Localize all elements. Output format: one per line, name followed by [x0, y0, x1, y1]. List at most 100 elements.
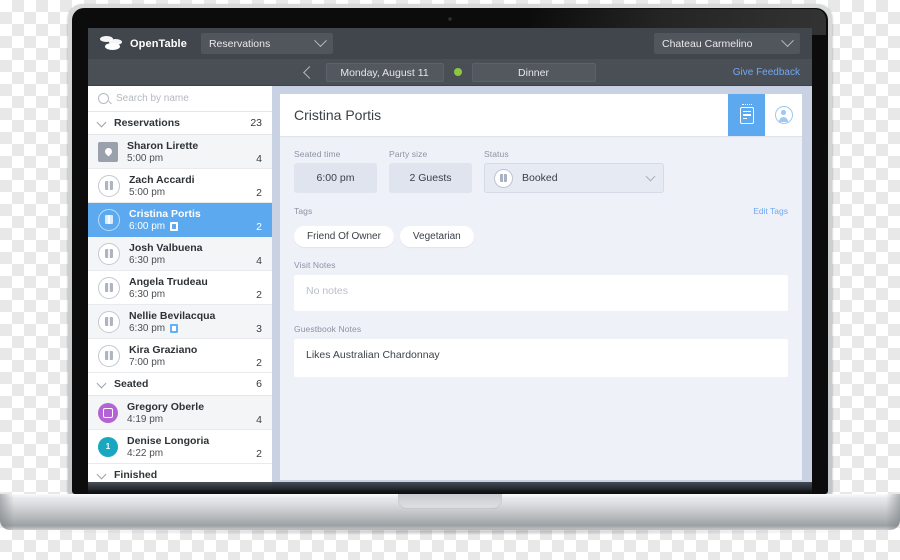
- webcam-icon: [448, 17, 452, 21]
- visit-notes-section: Visit Notes No notes: [294, 260, 788, 311]
- note-badge-icon: [170, 323, 179, 333]
- status-value: Booked: [522, 172, 558, 184]
- opentable-mark-icon: [100, 36, 124, 51]
- guest-name: Gregory Oberle: [127, 400, 205, 413]
- laptop-base-edge-left: [0, 494, 14, 530]
- list-item[interactable]: 1 Denise Longoria 4:22 pm 2: [88, 430, 272, 464]
- guest-name: Cristina Portis: [129, 207, 201, 220]
- give-feedback-link[interactable]: Give Feedback: [733, 67, 800, 78]
- booked-avatar-icon: [98, 208, 120, 231]
- list-item[interactable]: Sharon Lirette 5:00 pm 4: [88, 135, 272, 169]
- party-size: 4: [256, 255, 262, 267]
- tag-chip[interactable]: Vegetarian: [399, 226, 474, 247]
- detail-tabs: [728, 94, 802, 136]
- date-controls: Monday, August 11 Dinner: [88, 62, 812, 82]
- field-label: Status: [484, 149, 509, 159]
- guest-name: Denise Longoria: [127, 434, 210, 447]
- list-item-selected[interactable]: Cristina Portis 6:00 pm 2: [88, 203, 272, 237]
- tags-label: Tags: [294, 206, 313, 216]
- app-topbar: OpenTable Reservations Chateau Carmelino: [88, 28, 812, 59]
- party-size: 4: [256, 414, 262, 426]
- reservation-detail-pane: Cristina Portis Seated time 6:00 pm Part…: [272, 86, 812, 490]
- party-size: 2: [256, 187, 262, 199]
- booked-status-icon: [494, 168, 513, 188]
- list-item[interactable]: Kira Graziano 7:00 pm 2: [88, 339, 272, 373]
- group-header-seated[interactable]: Seated 6: [88, 373, 272, 396]
- view-selector-label: Reservations: [208, 37, 271, 50]
- search-bar[interactable]: Search by name: [88, 86, 272, 112]
- party-size: 2: [256, 221, 262, 233]
- party-size-value[interactable]: 2 Guests: [389, 163, 472, 193]
- reservation-time: 5:00 pm: [127, 152, 164, 164]
- chevron-down-icon: [96, 469, 107, 479]
- guest-name: Kira Graziano: [129, 343, 198, 356]
- screen: OpenTable Reservations Chateau Carmelino…: [88, 28, 812, 490]
- group-header-finished[interactable]: Finished: [88, 464, 272, 487]
- reservation-time: 4:22 pm: [127, 447, 164, 459]
- notepad-icon: [739, 104, 754, 124]
- seated-time-value[interactable]: 6:00 pm: [294, 163, 377, 193]
- booked-avatar-icon: [98, 276, 120, 299]
- search-icon: [98, 93, 109, 104]
- field-label: Seated time: [294, 149, 341, 159]
- seated-avatar-icon: 1: [98, 436, 118, 457]
- party-size: 2: [256, 448, 262, 460]
- detail-fields: Seated time 6:00 pm Party size 2 Guests …: [294, 149, 788, 193]
- seated-avatar-icon: [98, 402, 118, 423]
- reservation-time: 4:19 pm: [127, 413, 164, 425]
- laptop-base-edge-right: [886, 494, 900, 530]
- app-body: Search by name Reservations 23 Sharon Li…: [88, 86, 812, 490]
- chevron-down-icon: [314, 34, 327, 48]
- tab-profile[interactable]: [765, 94, 802, 136]
- reservation-list-sidebar: Search by name Reservations 23 Sharon Li…: [88, 86, 272, 490]
- date-button[interactable]: Monday, August 11: [325, 62, 444, 82]
- tag-chip[interactable]: Friend Of Owner: [294, 226, 394, 247]
- chevron-down-icon: [645, 171, 656, 182]
- group-count: 23: [250, 117, 262, 129]
- list-item[interactable]: Zach Accardi 5:00 pm 2: [88, 169, 272, 203]
- laptop-base-notch: [398, 494, 502, 509]
- detail-header: Cristina Portis: [280, 94, 802, 137]
- guestbook-notes-section: Guestbook Notes Likes Australian Chardon…: [294, 324, 788, 377]
- previous-day-icon[interactable]: [302, 65, 316, 79]
- detail-card: Cristina Portis Seated time 6:00 pm Part…: [280, 94, 802, 480]
- field-status: Status Booked: [484, 149, 664, 193]
- search-input[interactable]: Search by name: [116, 93, 189, 104]
- reservation-time: 6:30 pm: [129, 323, 215, 334]
- field-party-size: Party size 2 Guests: [389, 149, 472, 193]
- chevron-down-icon: [96, 117, 107, 127]
- group-title: Seated: [114, 378, 149, 390]
- venue-selector[interactable]: Chateau Carmelino: [654, 33, 800, 54]
- party-size: 2: [256, 357, 262, 369]
- guestbook-notes-label: Guestbook Notes: [294, 324, 362, 334]
- shift-button[interactable]: Dinner: [471, 62, 596, 82]
- party-size: 3: [256, 323, 262, 335]
- list-item[interactable]: Nellie Bevilacqua 6:30 pm 3: [88, 305, 272, 339]
- group-title: Finished: [114, 469, 158, 481]
- group-header-reservations[interactable]: Reservations 23: [88, 112, 272, 135]
- edit-tags-link[interactable]: Edit Tags: [753, 206, 788, 216]
- status-dropdown[interactable]: Booked: [484, 163, 664, 193]
- list-item[interactable]: Angela Trudeau 6:30 pm 2: [88, 271, 272, 305]
- opentable-logo: OpenTable: [100, 36, 187, 51]
- shift-status-dot: [453, 68, 462, 76]
- tab-notes[interactable]: [728, 94, 765, 136]
- booked-avatar-icon: [98, 344, 120, 367]
- tag-list: Friend Of Owner Vegetarian: [294, 226, 788, 247]
- list-item[interactable]: Josh Valbuena 6:30 pm 4: [88, 237, 272, 271]
- field-label: Party size: [389, 149, 428, 159]
- booked-avatar-icon: [98, 242, 120, 265]
- reservation-time: 6:00 pm: [129, 221, 201, 232]
- page-title: Cristina Portis: [294, 107, 382, 123]
- visit-notes-input[interactable]: No notes: [294, 275, 788, 311]
- guestbook-notes-value[interactable]: Likes Australian Chardonnay: [294, 339, 788, 377]
- booked-avatar-icon: [98, 174, 120, 197]
- chevron-down-icon: [96, 378, 107, 388]
- person-icon: [774, 106, 793, 124]
- guest-name: Josh Valbuena: [129, 241, 203, 254]
- location-pin-avatar-icon: [98, 141, 118, 162]
- list-item[interactable]: Gregory Oberle 4:19 pm 4: [88, 396, 272, 430]
- reservation-time: 6:30 pm: [129, 254, 166, 266]
- detail-body: Seated time 6:00 pm Party size 2 Guests …: [280, 137, 802, 377]
- view-selector[interactable]: Reservations: [200, 33, 333, 54]
